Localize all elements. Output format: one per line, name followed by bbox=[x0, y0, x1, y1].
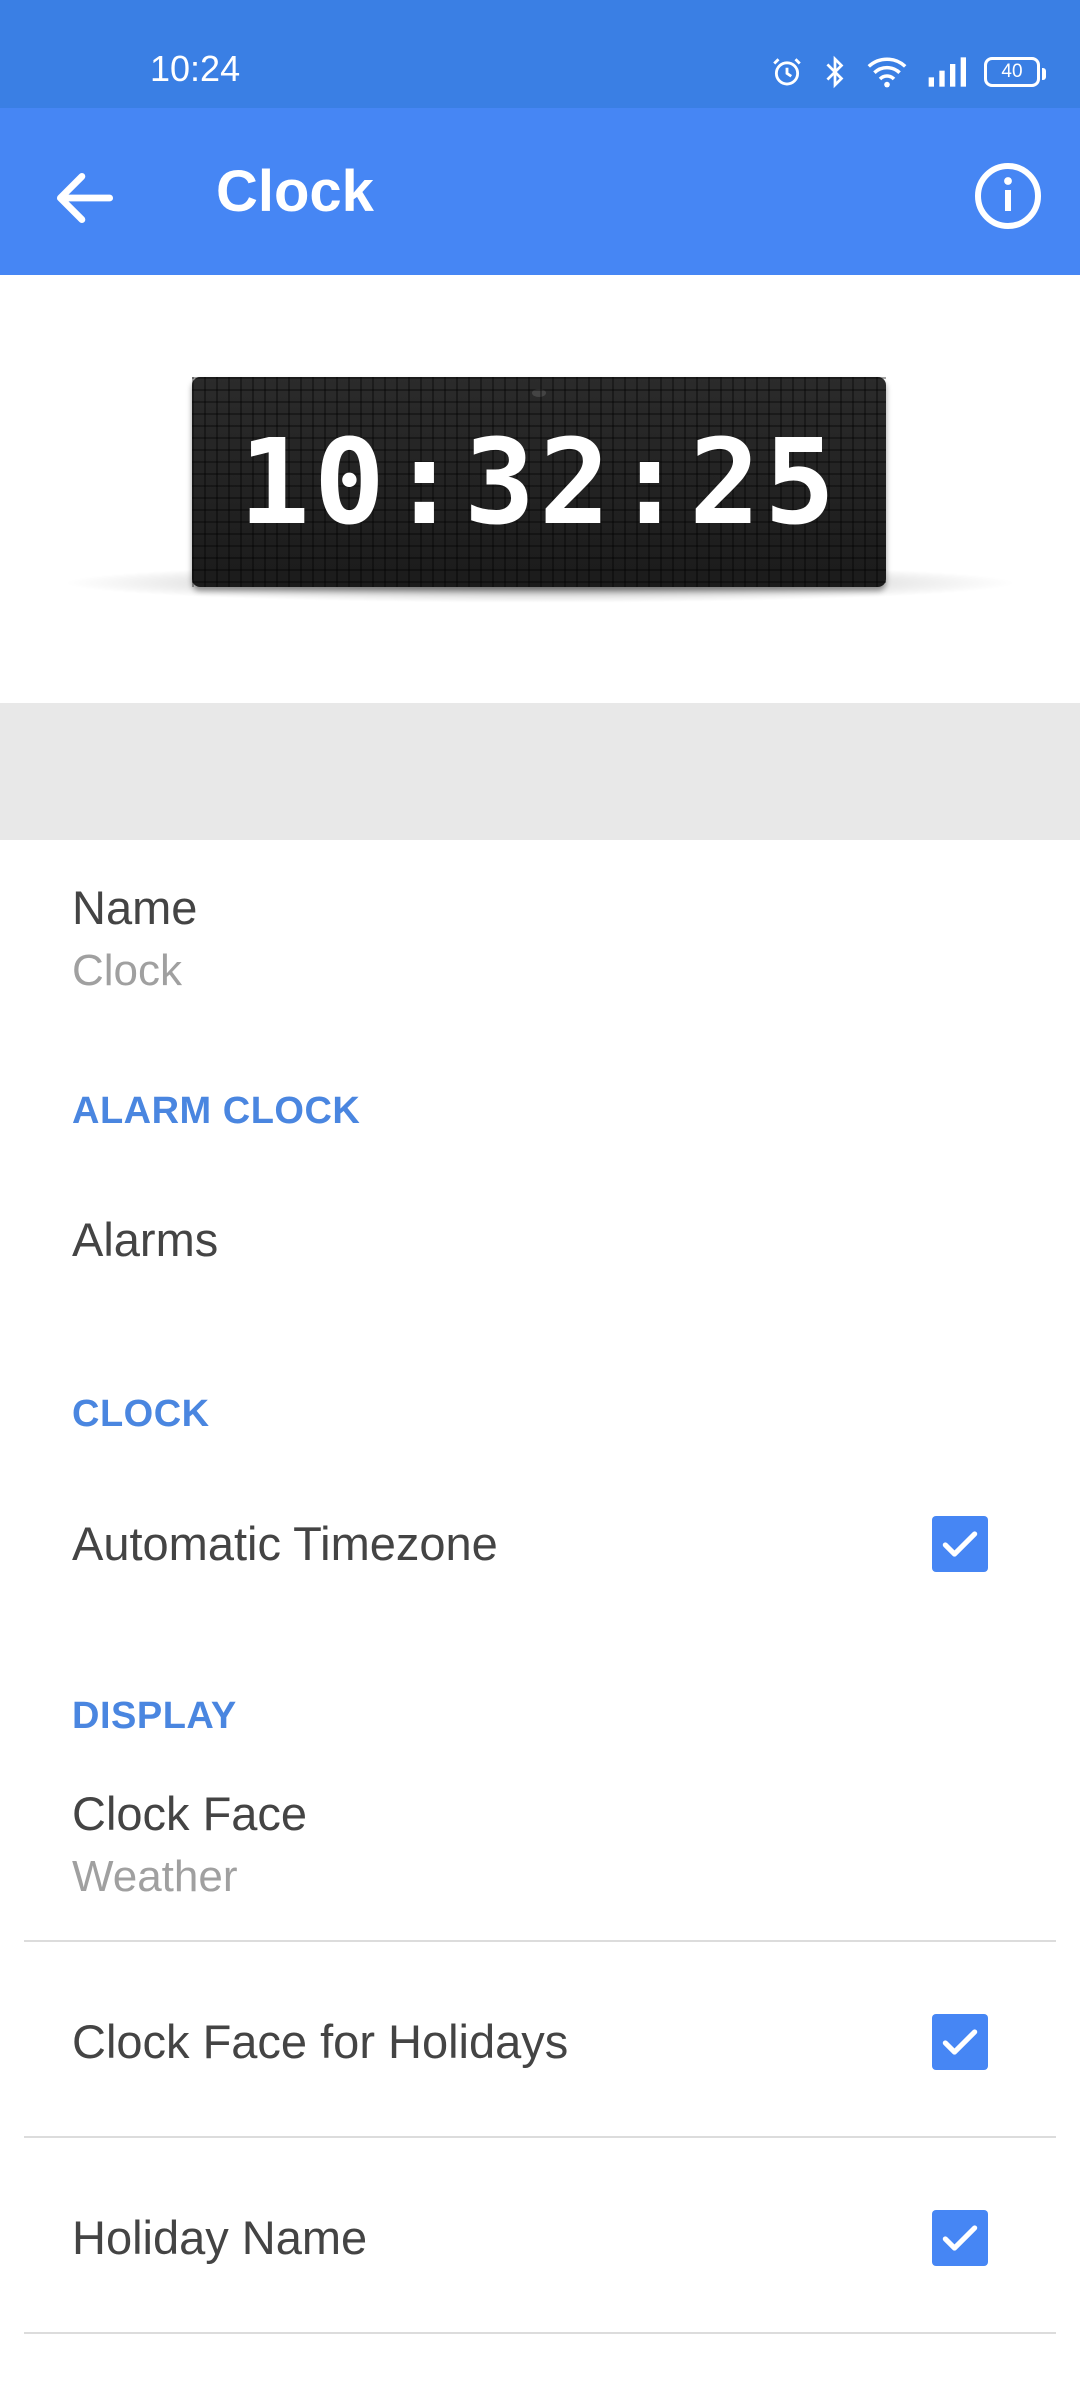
bluetooth-icon bbox=[826, 55, 844, 89]
name-value: Clock bbox=[72, 946, 183, 995]
clock-face-setting[interactable]: Clock Face Weather bbox=[0, 1770, 1080, 1940]
app-bar: Clock bbox=[0, 108, 1080, 275]
divider bbox=[24, 2332, 1056, 2334]
status-icons: 40 bbox=[770, 48, 1046, 96]
alarms-setting[interactable]: Alarms bbox=[0, 1180, 1080, 1300]
check-icon bbox=[942, 2225, 978, 2251]
automatic-timezone-setting[interactable]: Automatic Timezone bbox=[0, 1480, 1080, 1610]
name-setting[interactable]: Name Clock bbox=[0, 840, 1080, 1030]
device-preview: 10:32:25 bbox=[0, 275, 1080, 703]
section-header-display: DISPLAY bbox=[72, 1695, 237, 1737]
name-label: Name bbox=[72, 881, 198, 934]
holiday-name-setting[interactable]: Holiday Name bbox=[0, 2138, 1080, 2332]
holiday-clock-face-label: Clock Face for Holidays bbox=[72, 2015, 569, 2068]
holiday-clock-face-setting[interactable]: Clock Face for Holidays bbox=[0, 1942, 1080, 2136]
alarm-icon bbox=[773, 58, 801, 86]
status-bar: 10:24 40 bbox=[0, 0, 1080, 108]
clock-face-value: Weather bbox=[72, 1852, 238, 1901]
section-spacer bbox=[0, 703, 1080, 840]
page-title: Clock bbox=[216, 159, 374, 224]
clock-device-image: 10:32:25 bbox=[192, 377, 886, 587]
section-header-clock: CLOCK bbox=[72, 1393, 210, 1435]
holiday-clock-face-checkbox[interactable] bbox=[932, 2014, 988, 2070]
arrow-left-icon bbox=[56, 173, 114, 223]
automatic-timezone-label: Automatic Timezone bbox=[72, 1517, 498, 1570]
info-button[interactable] bbox=[972, 160, 1044, 232]
holiday-name-checkbox[interactable] bbox=[932, 2210, 988, 2266]
battery-icon: 40 bbox=[984, 57, 1046, 87]
check-icon bbox=[942, 1531, 978, 1557]
automatic-timezone-checkbox[interactable] bbox=[932, 1516, 988, 1572]
signal-icon bbox=[928, 57, 966, 87]
alarms-label: Alarms bbox=[72, 1213, 219, 1266]
info-icon bbox=[975, 163, 1041, 229]
holiday-name-label: Holiday Name bbox=[72, 2211, 368, 2264]
status-time: 10:24 bbox=[150, 48, 241, 89]
clock-face-label: Clock Face bbox=[72, 1787, 308, 1840]
wifi-icon bbox=[867, 57, 907, 88]
device-display-time: 10:32:25 bbox=[192, 377, 886, 587]
section-header-alarm-clock: ALARM CLOCK bbox=[72, 1090, 361, 1132]
check-icon bbox=[942, 2029, 978, 2055]
battery-level: 40 bbox=[1001, 61, 1023, 82]
back-button[interactable] bbox=[48, 161, 122, 235]
